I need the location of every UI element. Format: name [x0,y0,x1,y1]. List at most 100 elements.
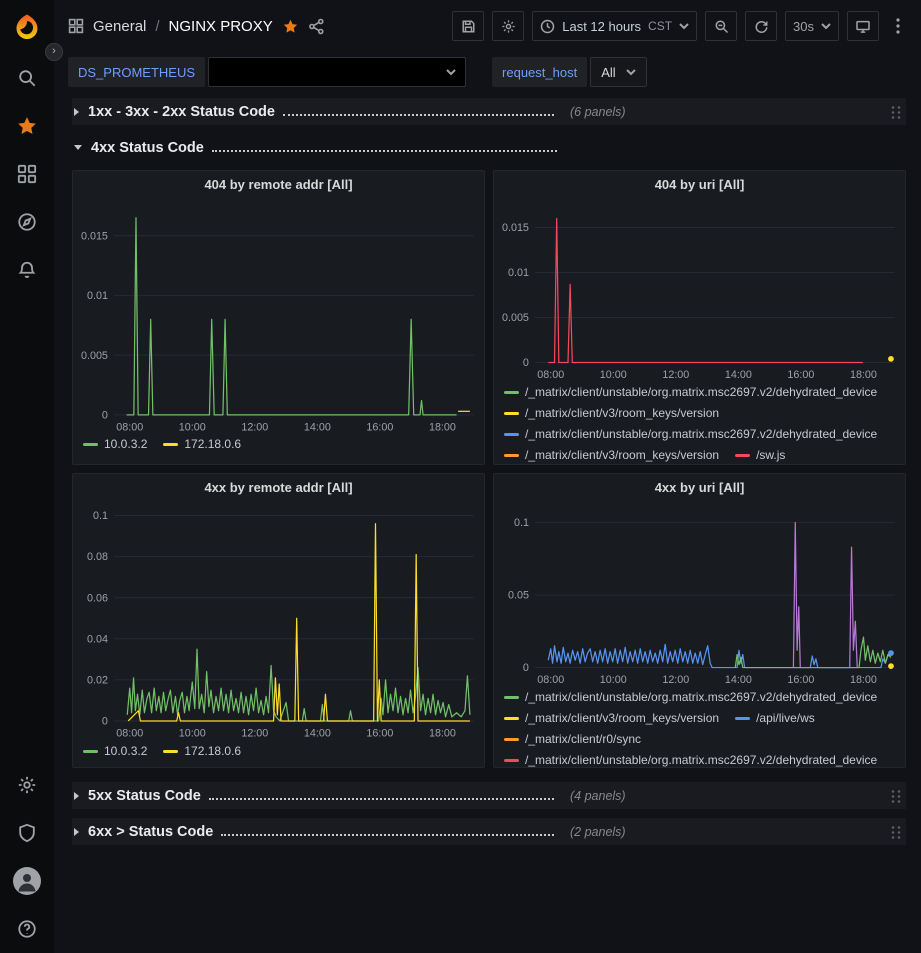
svg-text:08:00: 08:00 [537,674,564,686]
svg-text:0: 0 [102,716,108,728]
timeseries-chart[interactable]: 00.0050.010.01508:0010:0012:0014:0016:00… [73,194,484,435]
chevron-right-icon [74,792,79,800]
dotted-leader [221,828,554,836]
breadcrumb: General / NGINX PROXY [68,18,325,35]
save-button[interactable] [452,11,484,41]
svg-text:18:00: 18:00 [429,727,456,739]
svg-text:0.01: 0.01 [87,290,108,302]
panel-4xx-by-remote-addr: 4xx by remote addr [All] 00.020.040.060.… [72,473,485,768]
kiosk-mode-button[interactable] [847,11,879,41]
row-4xx[interactable]: 4xx Status Code [72,134,906,161]
dashboard-settings-button[interactable] [492,11,524,41]
legend-label: /_matrix/client/v3/room_keys/version [525,447,719,464]
request-host-variable-select[interactable]: All [590,57,646,87]
legend-item[interactable]: 10.0.3.2 [83,743,147,760]
row-drag-handle-icon[interactable] [889,788,902,804]
panel-title[interactable]: 404 by remote addr [All] [73,171,484,194]
legend-item[interactable]: 172.18.0.6 [163,436,241,453]
svg-text:18:00: 18:00 [429,421,456,433]
panel-grid: 404 by remote addr [All] 0 0.005 0.01 0.015… [72,170,906,768]
sidebar-expand-icon[interactable]: › [45,43,63,61]
panel-title[interactable]: 4xx by uri [All] [494,474,905,497]
starred-icon[interactable] [0,102,54,150]
legend-item[interactable]: /sw.js [735,447,785,464]
svg-text:08:00: 08:00 [116,727,143,739]
time-range-picker[interactable]: Last 12 hours CST [532,11,697,41]
legend-label: 10.0.3.2 [104,436,147,453]
legend-label: /api/live/ws [756,710,815,727]
row-1xx-3xx-2xx[interactable]: 1xx - 3xx - 2xx Status Code (6 panels) [72,98,906,125]
favorite-star-icon[interactable] [282,18,299,35]
row-drag-handle-icon[interactable] [889,104,902,120]
dashboard-title[interactable]: NGINX PROXY [169,18,273,35]
svg-text:12:00: 12:00 [241,421,268,433]
legend-item[interactable]: /_matrix/client/unstable/org.matrix.msc2… [504,752,877,767]
legend-swatch [504,738,519,741]
svg-text:0.08: 0.08 [87,551,108,563]
dotted-leader [283,108,554,116]
legend-swatch [504,759,519,762]
search-icon[interactable] [0,54,54,102]
legend-item[interactable]: 172.18.0.6 [163,743,241,760]
legend-label: /_matrix/client/unstable/org.matrix.msc2… [525,426,877,443]
svg-text:14:00: 14:00 [304,727,331,739]
legend-item[interactable]: 10.0.3.2 [83,436,147,453]
dashboard-grid-icon [68,18,84,34]
legend-item[interactable]: /_matrix/client/v3/room_keys/version [504,447,719,464]
legend-swatch [83,443,98,446]
refresh-button[interactable] [745,11,777,41]
svg-text:12:00: 12:00 [662,369,689,381]
legend-item[interactable]: /api/live/ws [735,710,815,727]
alerting-bell-icon[interactable] [0,246,54,294]
legend-item[interactable]: /_matrix/client/v3/room_keys/version [504,405,719,422]
row-5xx[interactable]: 5xx Status Code (4 panels) [72,782,906,809]
panel-404-by-remote-addr: 404 by remote addr [All] 00.0050.010.015… [72,170,485,465]
profile-avatar[interactable] [0,857,54,905]
datasource-variable-select[interactable] [208,57,466,87]
legend-swatch [504,412,519,415]
dashboards-icon[interactable] [0,150,54,198]
dashboard-header: General / NGINX PROXY Last 12 hours CST [54,0,921,52]
panel-title[interactable]: 404 by uri [All] [494,171,905,194]
legend-swatch [504,696,519,699]
legend-item[interactable]: /_matrix/client/unstable/org.matrix.msc2… [504,689,877,706]
row-title: 1xx - 3xx - 2xx Status Code [88,104,275,120]
panel-title[interactable]: 4xx by remote addr [All] [73,474,484,497]
legend-item[interactable]: /_matrix/client/v3/room_keys/version [504,710,719,727]
help-icon[interactable] [0,905,54,953]
timeseries-chart[interactable]: 00.0050.010.01508:0010:0012:0014:0016:00… [494,194,905,383]
datasource-variable-label: DS_PROMETHEUS [68,57,205,87]
explore-compass-icon[interactable] [0,198,54,246]
svg-text:0.015: 0.015 [81,230,108,242]
legend-label: /_matrix/client/v3/room_keys/version [525,405,719,422]
legend-label: /_matrix/client/unstable/org.matrix.msc2… [525,384,877,401]
settings-gear-icon[interactable] [0,761,54,809]
share-icon[interactable] [308,18,325,35]
timeseries-chart[interactable]: 00.020.040.060.080.108:0010:0012:0014:00… [73,497,484,742]
admin-shield-icon[interactable] [0,809,54,857]
legend-item[interactable]: /_matrix/client/unstable/org.matrix.msc2… [504,426,877,443]
row-drag-handle-icon[interactable] [889,824,902,840]
svg-text:10:00: 10:00 [600,369,627,381]
more-options-button[interactable] [887,11,909,41]
dashboard-content: 1xx - 3xx - 2xx Status Code (6 panels) 4… [54,92,921,953]
breadcrumb-folder[interactable]: General [93,18,146,35]
refresh-interval-value: 30s [793,19,814,34]
refresh-interval-select[interactable]: 30s [785,11,839,41]
svg-text:14:00: 14:00 [725,369,752,381]
legend-item[interactable]: /_matrix/client/r0/sync [504,731,641,748]
legend-swatch [504,717,519,720]
zoom-out-button[interactable] [705,11,737,41]
svg-text:0.005: 0.005 [502,312,529,324]
legend-label: /_matrix/client/r0/sync [525,731,641,748]
row-6xx[interactable]: 6xx > Status Code (2 panels) [72,818,906,845]
svg-text:18:00: 18:00 [850,674,877,686]
timeseries-chart[interactable]: 00.050.108:0010:0012:0014:0016:0018:00 [494,497,905,688]
legend-item[interactable]: /_matrix/client/unstable/org.matrix.msc2… [504,384,877,401]
sidebar-bottom [0,761,54,953]
svg-text:0.01: 0.01 [508,267,529,279]
row-title: 4xx Status Code [91,140,204,156]
svg-text:14:00: 14:00 [725,674,752,686]
legend-swatch [504,391,519,394]
legend-label: 172.18.0.6 [184,436,241,453]
